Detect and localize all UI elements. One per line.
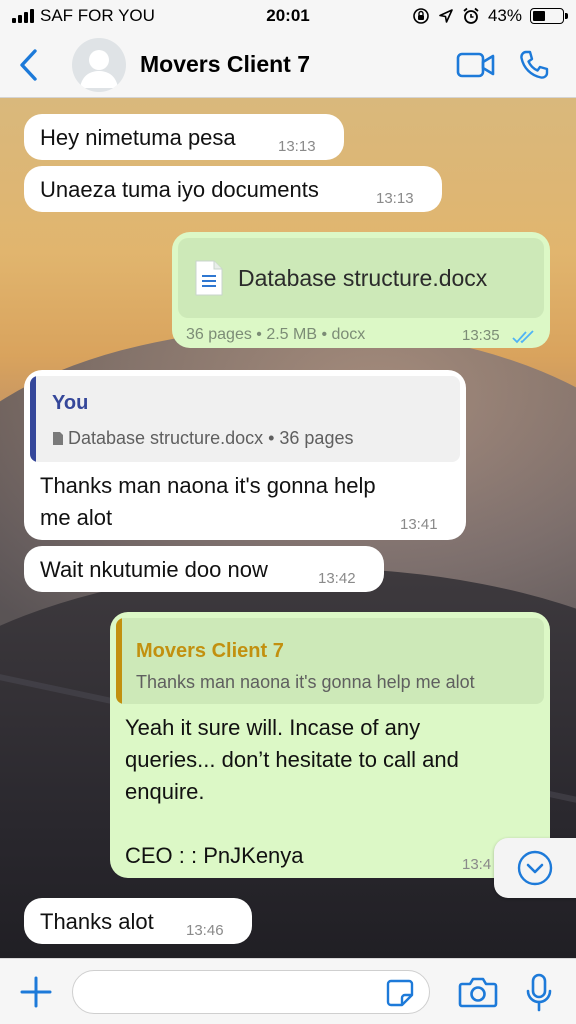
message-input-bar (0, 958, 576, 1024)
voice-call-button[interactable] (518, 49, 550, 81)
message-time: 13:46 (186, 922, 224, 939)
quote-bar (30, 376, 36, 462)
quote-author: You (52, 392, 89, 414)
quote-author: Movers Client 7 (136, 640, 284, 662)
message-text: Thanks alot (40, 909, 154, 934)
message-text-line: Yeah it sure will. Incase of any (125, 715, 421, 740)
microphone-button[interactable] (524, 973, 554, 1018)
message-time: 13:42 (318, 570, 356, 587)
message-text: Hey nimetuma pesa (40, 125, 236, 150)
quote-text: Database structure.docx • 36 pages (52, 428, 353, 449)
plus-icon (20, 976, 52, 1007)
quote-bar (116, 618, 122, 704)
quote-text-content: Thanks man naona it's gonna help me alot (136, 672, 475, 692)
message-text-line: CEO : : PnJKenya (125, 843, 304, 868)
sticker-icon (386, 979, 414, 1007)
message-input[interactable] (72, 969, 430, 1014)
camera-button[interactable] (458, 975, 498, 1014)
quoted-message[interactable]: You Database structure.docx • 36 pages (30, 376, 460, 462)
battery-percentage: 43% (487, 6, 522, 25)
attach-button[interactable] (16, 972, 56, 1012)
message-time: 13:13 (278, 138, 316, 155)
message-text-line: Thanks man naona it's gonna help (40, 473, 376, 498)
message-text-line: queries... don’t hesitate to call and (125, 747, 459, 772)
battery-icon (530, 8, 568, 24)
document-card[interactable]: Database structure.docx (178, 238, 544, 318)
message-time: 13:41 (400, 516, 438, 533)
document-file-icon (195, 260, 223, 296)
document-small-icon (53, 432, 63, 445)
document-meta: 36 pages • 2.5 MB • docx (186, 326, 366, 343)
alarm-clock-icon (463, 7, 479, 24)
battery-fill (533, 11, 546, 21)
incoming-message[interactable]: Wait nkutumie doo now 13:42 (24, 546, 384, 592)
outgoing-reply-message[interactable]: Movers Client 7 Thanks man naona it's go… (110, 612, 550, 878)
status-bar: SAF FOR YOU 20:01 43% (0, 0, 576, 32)
default-avatar-icon (80, 49, 118, 88)
chevron-down-circle-icon (517, 850, 553, 886)
avatar[interactable] (72, 37, 126, 92)
message-text: Wait nkutumie doo now (40, 557, 268, 582)
video-call-button[interactable] (456, 51, 496, 79)
back-button[interactable] (6, 43, 50, 87)
contact-name[interactable]: Movers Client 7 (140, 51, 310, 78)
message-time: 13:13 (376, 190, 414, 207)
sticker-button[interactable] (384, 977, 416, 1009)
quoted-message[interactable]: Movers Client 7 Thanks man naona it's go… (116, 618, 544, 704)
message-time: 13:4 (462, 856, 492, 873)
message-time: 13:35 (462, 327, 500, 344)
scroll-to-bottom-button[interactable] (494, 838, 576, 898)
incoming-reply-message[interactable]: You Database structure.docx • 36 pages T… (24, 370, 466, 540)
outgoing-document-message[interactable]: Database structure.docx 36 pages • 2.5 M… (172, 232, 550, 348)
message-text-line: me alot (40, 505, 113, 530)
message-text: Unaeza tuma iyo documents (40, 177, 319, 202)
quote-text: Thanks man naona it's gonna help me alot (136, 672, 475, 693)
incoming-message[interactable]: Thanks alot 13:46 (24, 898, 252, 944)
camera-icon (458, 977, 498, 1008)
message-text-line: enquire. (125, 779, 205, 804)
chat-header: Movers Client 7 (0, 32, 576, 98)
carrier-name: SAF FOR YOU (40, 6, 155, 25)
cellular-signal-icon (12, 9, 34, 23)
incoming-message[interactable]: Unaeza tuma iyo documents 13:13 (24, 166, 442, 212)
microphone-icon (526, 973, 552, 1012)
incoming-message[interactable]: Hey nimetuma pesa 13:13 (24, 114, 344, 160)
chevron-left-icon (20, 48, 37, 81)
orientation-lock-icon (413, 8, 429, 24)
document-file-name: Database structure.docx (238, 264, 488, 291)
quote-text-content: Database structure.docx • 36 pages (68, 428, 354, 448)
read-receipt-icon (512, 330, 534, 344)
location-arrow-icon (439, 9, 453, 23)
